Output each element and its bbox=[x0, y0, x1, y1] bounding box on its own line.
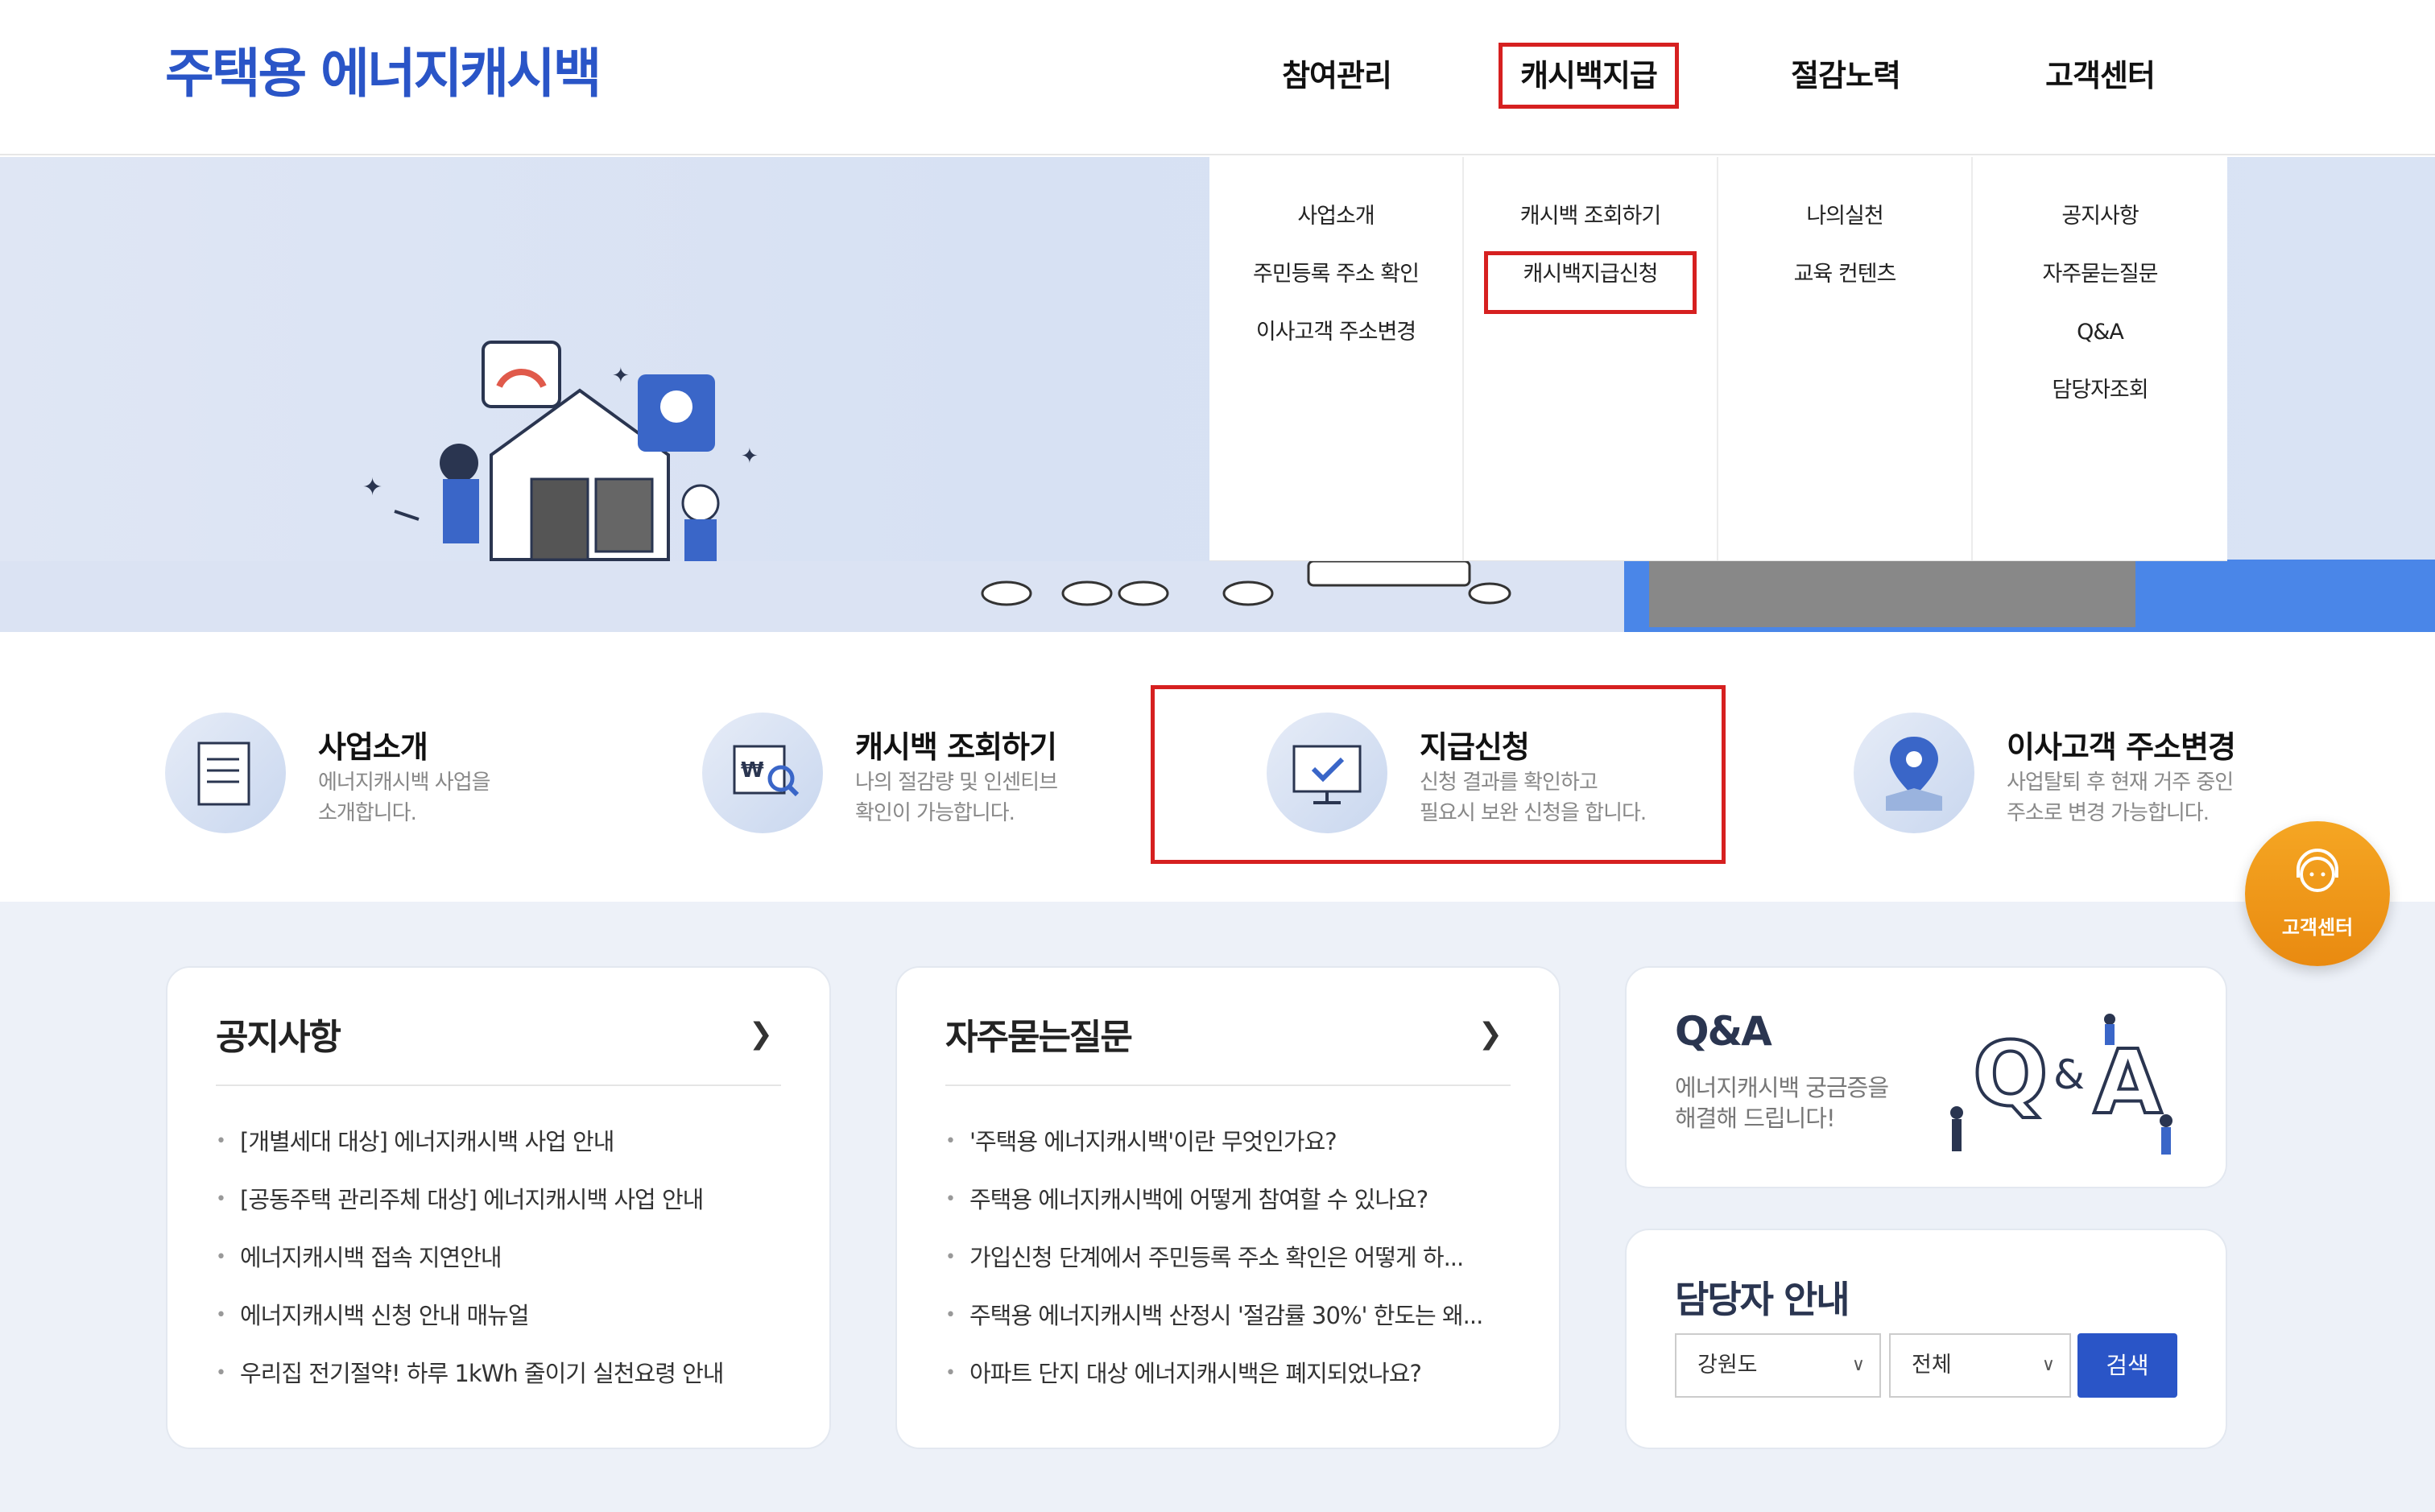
svg-text:A: A bbox=[2094, 1031, 2162, 1134]
quick-desc: 에너지캐시백 사업을 소개합니다. bbox=[318, 770, 491, 825]
quick-item-address-change[interactable]: 이사고객 주소변경 사업탈퇴 후 현재 거주 중인 주소로 변경 가능합니다. bbox=[1854, 713, 2272, 841]
headset-icon bbox=[2297, 849, 2338, 892]
svg-text:&: & bbox=[2053, 1051, 2085, 1098]
site-logo[interactable]: 주택용 에너지캐시백 bbox=[165, 42, 602, 106]
menu-my-practice[interactable]: 나의실천 bbox=[1718, 196, 1971, 254]
nav-cashback-payment[interactable]: 캐시백지급 bbox=[1499, 43, 1679, 109]
menu-qna[interactable]: Q&A bbox=[1973, 312, 2227, 370]
qa-illustration: Q & A bbox=[1950, 1014, 2172, 1155]
svg-text:✦: ✦ bbox=[612, 364, 630, 388]
menu-faq[interactable]: 자주묻는질문 bbox=[1973, 254, 2227, 312]
menu-resident-address-check[interactable]: 주민등록 주소 확인 bbox=[1209, 254, 1462, 312]
nav-customer-center[interactable]: 고객센터 bbox=[2020, 47, 2181, 105]
list-item[interactable]: [개별세대 대상] 에너지캐시백 사업 안내 bbox=[216, 1113, 796, 1171]
menu-cashback-inquiry[interactable]: 캐시백 조회하기 bbox=[1464, 196, 1717, 254]
menu-cashback-payment-apply[interactable]: 캐시백지급신청 bbox=[1484, 251, 1697, 314]
quick-desc: 나의 절감량 및 인센티브 확인이 가능합니다. bbox=[855, 770, 1058, 825]
scope-value: 전체 bbox=[1912, 1353, 1952, 1378]
chevron-down-icon: ∨ bbox=[1851, 1355, 1865, 1375]
menu-education-content[interactable]: 교육 컨텐츠 bbox=[1718, 254, 1971, 312]
svg-text:₩: ₩ bbox=[741, 758, 764, 783]
divider bbox=[216, 1084, 781, 1086]
quick-desc: 사업탈퇴 후 현재 거주 중인 주소로 변경 가능합니다. bbox=[2007, 770, 2234, 825]
notice-list: [개별세대 대상] 에너지캐시백 사업 안내 [공동주택 관리주체 대상] 에너… bbox=[216, 1113, 796, 1403]
menu-manager-lookup[interactable]: 담당자조회 bbox=[1973, 370, 2227, 428]
region-select[interactable]: 강원도 ∨ bbox=[1675, 1333, 1881, 1398]
customer-center-floating-button[interactable]: 고객센터 bbox=[2245, 821, 2390, 966]
nav-saving-effort[interactable]: 절감노력 bbox=[1765, 47, 1926, 105]
list-item[interactable]: '주택용 에너지캐시백'이란 무엇인가요? bbox=[945, 1113, 1525, 1171]
qa-card[interactable]: Q&A 에너지캐시백 궁금증을 해결해 드립니다! Q & A bbox=[1625, 966, 2227, 1188]
bottom-section: 공지사항 ❯ [개별세대 대상] 에너지캐시백 사업 안내 [공동주택 관리주체… bbox=[0, 902, 2435, 1512]
house-illustration: ✦ ✦ ✦ bbox=[362, 341, 759, 576]
manager-title: 담당자 안내 bbox=[1675, 1278, 1850, 1321]
svg-text:✦: ✦ bbox=[362, 473, 382, 502]
list-item[interactable]: 우리집 전기절약! 하루 1kWh 줄이기 실천요령 안내 bbox=[216, 1345, 796, 1403]
document-icon bbox=[165, 713, 286, 833]
mega-col-saving: 나의실천 교육 컨텐츠 bbox=[1718, 157, 1973, 560]
list-item[interactable]: 가입신청 단계에서 주민등록 주소 확인은 어떻게 하... bbox=[945, 1229, 1525, 1287]
feet-illustration bbox=[981, 561, 1511, 606]
search-button[interactable]: 검색 bbox=[2077, 1333, 2177, 1398]
location-pin-icon bbox=[1854, 713, 1974, 833]
chevron-down-icon: ∨ bbox=[2041, 1355, 2055, 1375]
svg-text:✦: ✦ bbox=[741, 444, 759, 469]
site-header: 주택용 에너지캐시백 참여관리 캐시백지급 절감노력 고객센터 bbox=[0, 0, 2435, 155]
mega-col-customer: 공지사항 자주묻는질문 Q&A 담당자조회 bbox=[1973, 157, 2227, 560]
list-item[interactable]: 주택용 에너지캐시백 산정시 '절감률 30%' 한도는 왜... bbox=[945, 1287, 1525, 1345]
list-item[interactable]: [공동주택 관리주체 대상] 에너지캐시백 사업 안내 bbox=[216, 1171, 796, 1229]
customer-center-label: 고객센터 bbox=[2281, 916, 2354, 939]
list-item[interactable]: 에너지캐시백 신청 안내 매뉴얼 bbox=[216, 1287, 796, 1345]
menu-moving-address-change[interactable]: 이사고객 주소변경 bbox=[1209, 312, 1462, 370]
list-item[interactable]: 아파트 단지 대상 에너지캐시백은 폐지되었나요? bbox=[945, 1345, 1525, 1403]
divider bbox=[945, 1084, 1511, 1086]
notice-card: 공지사항 ❯ [개별세대 대상] 에너지캐시백 사업 안내 [공동주택 관리주체… bbox=[166, 966, 831, 1449]
mega-col-participation: 사업소개 주민등록 주소 확인 이사고객 주소변경 bbox=[1209, 157, 1464, 560]
menu-notice[interactable]: 공지사항 bbox=[1973, 196, 2227, 254]
quick-title: 이사고객 주소변경 bbox=[2007, 729, 2236, 765]
mega-col-cashback: 캐시백 조회하기 캐시백지급신청 bbox=[1464, 157, 1718, 560]
list-item[interactable]: 에너지캐시백 접속 지연안내 bbox=[216, 1229, 796, 1287]
region-value: 강원도 bbox=[1697, 1353, 1758, 1378]
scope-select[interactable]: 전체 ∨ bbox=[1889, 1333, 2071, 1398]
nav-participation[interactable]: 참여관리 bbox=[1256, 47, 1417, 105]
svg-text:Q: Q bbox=[1973, 1022, 2048, 1126]
notice-title[interactable]: 공지사항 bbox=[216, 1008, 341, 1060]
quick-item-inquiry[interactable]: ₩ 캐시백 조회하기 나의 절감량 및 인센티브 확인이 가능합니다. bbox=[702, 713, 1121, 841]
faq-card: 자주묻는질문 ❯ '주택용 에너지캐시백'이란 무엇인가요? 주택용 에너지캐시… bbox=[895, 966, 1561, 1449]
chevron-right-icon[interactable]: ❯ bbox=[1478, 1018, 1503, 1051]
quick-title: 캐시백 조회하기 bbox=[855, 729, 1057, 765]
chevron-right-icon[interactable]: ❯ bbox=[749, 1018, 773, 1051]
faq-title[interactable]: 자주묻는질문 bbox=[945, 1008, 1133, 1060]
quick-title: 사업소개 bbox=[318, 729, 428, 765]
menu-business-intro[interactable]: 사업소개 bbox=[1209, 196, 1462, 254]
faq-list: '주택용 에너지캐시백'이란 무엇인가요? 주택용 에너지캐시백에 어떻게 참여… bbox=[945, 1113, 1525, 1403]
highlight-payment-apply bbox=[1151, 685, 1726, 864]
mega-menu: 사업소개 주민등록 주소 확인 이사고객 주소변경 캐시백 조회하기 캐시백지급… bbox=[1209, 157, 2227, 561]
hero-redacted-box bbox=[1649, 560, 2135, 627]
list-item[interactable]: 주택용 에너지캐시백에 어떻게 참여할 수 있나요? bbox=[945, 1171, 1525, 1229]
manager-card: 담당자 안내 강원도 ∨ 전체 ∨ 검색 bbox=[1625, 1229, 2227, 1449]
quick-item-intro[interactable]: 사업소개 에너지캐시백 사업을 소개합니다. bbox=[165, 713, 584, 841]
qa-desc: 에너지캐시백 궁금증을 해결해 드립니다! bbox=[1675, 1074, 1889, 1132]
won-search-icon: ₩ bbox=[702, 713, 823, 833]
qa-title: Q&A bbox=[1675, 1008, 1772, 1055]
